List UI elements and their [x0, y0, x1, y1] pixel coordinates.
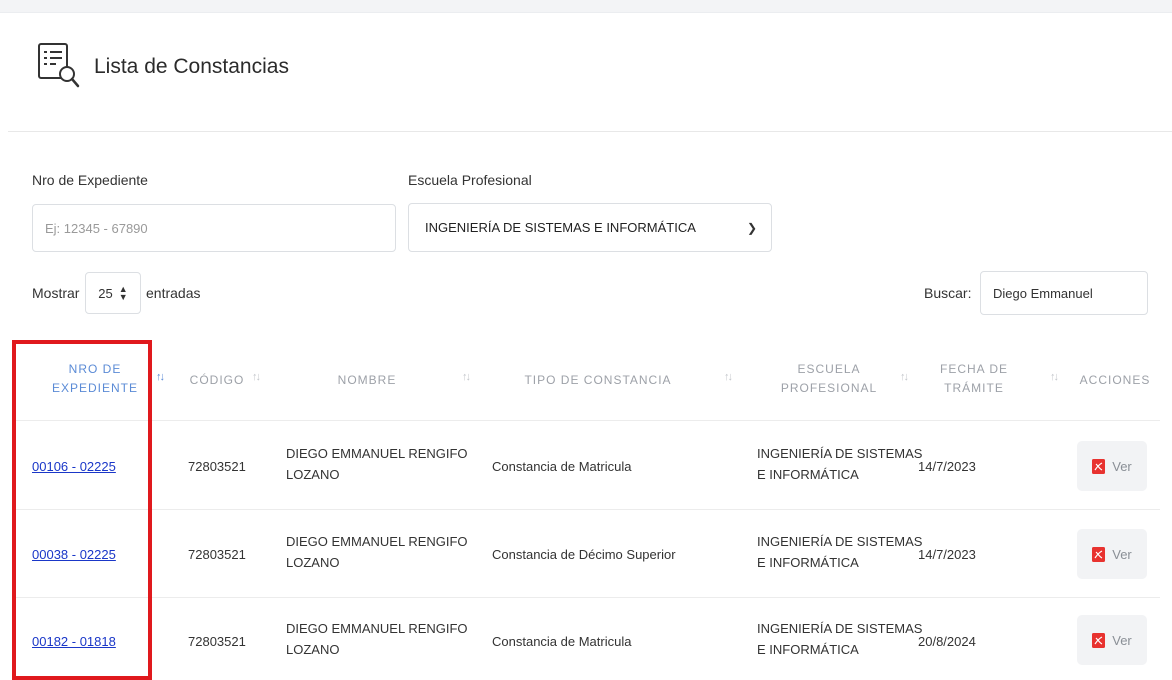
ver-button[interactable]: Ver: [1077, 441, 1147, 491]
row-divider: [12, 597, 1160, 598]
sort-active-icon[interactable]: ↑↓: [156, 371, 165, 383]
escuela-selected-value: INGENIERÍA DE SISTEMAS E INFORMÁTICA: [425, 220, 696, 235]
sort-icon[interactable]: ↑↓: [724, 371, 733, 383]
escuela-cell: INGENIERÍA DE SISTEMAS E INFORMÁTICA: [757, 534, 923, 570]
nombre-cell: DIEGO EMMANUEL RENGIFO LOZANO: [286, 621, 468, 657]
sort-icon[interactable]: ↑↓: [252, 371, 261, 383]
expediente-link[interactable]: 00038 - 02225: [32, 544, 116, 565]
tipo-cell: Constancia de Matricula: [492, 634, 632, 649]
entries-value: 25: [98, 285, 113, 301]
header-tipo[interactable]: TIPO DE CONSTANCIA: [516, 371, 680, 390]
row-divider: [12, 509, 1160, 510]
escuela-cell: INGENIERÍA DE SISTEMAS E INFORMÁTICA: [757, 446, 923, 482]
ver-label: Ver: [1112, 546, 1132, 562]
expediente-input[interactable]: [32, 204, 396, 252]
search-label: Buscar:: [924, 285, 972, 301]
top-bar: [0, 0, 1172, 13]
pdf-icon: [1092, 546, 1106, 562]
sort-icon[interactable]: ↑↓: [462, 371, 471, 383]
fecha-cell: 14/7/2023: [918, 459, 976, 474]
ver-label: Ver: [1112, 632, 1132, 648]
page-title: Lista de Constancias: [94, 55, 289, 78]
nombre-cell: DIEGO EMMANUEL RENGIFO LOZANO: [286, 446, 468, 482]
sort-icon[interactable]: ↑↓: [900, 371, 909, 383]
ver-button[interactable]: Ver: [1077, 529, 1147, 579]
page-header: Lista de Constancias: [8, 13, 1172, 132]
header-acciones: ACCIONES: [1079, 373, 1151, 387]
header-fecha[interactable]: FECHA DE TRÁMITE: [940, 360, 1008, 398]
sort-updown-icon: ▲ ▼: [118, 284, 128, 302]
codigo-cell: 72803521: [188, 547, 246, 562]
search-input[interactable]: [980, 271, 1148, 315]
header-expediente[interactable]: NRO DE EXPEDIENTE: [40, 360, 150, 398]
fecha-cell: 14/7/2023: [918, 547, 976, 562]
row-divider: [12, 420, 1160, 421]
expediente-label: Nro de Expediente: [32, 172, 148, 188]
sort-icon[interactable]: ↑↓: [1050, 371, 1059, 383]
ver-button[interactable]: Ver: [1077, 615, 1147, 665]
entries-select[interactable]: 25 ▲ ▼: [85, 272, 141, 314]
header-nombre[interactable]: NOMBRE: [330, 371, 404, 390]
list-search-icon: [38, 43, 80, 88]
escuela-label: Escuela Profesional: [408, 172, 532, 188]
chevron-down-icon: ❯: [746, 220, 757, 235]
expediente-link[interactable]: 00106 - 02225: [32, 456, 116, 477]
codigo-cell: 72803521: [188, 459, 246, 474]
escuela-cell: INGENIERÍA DE SISTEMAS E INFORMÁTICA: [757, 621, 923, 657]
tipo-cell: Constancia de Décimo Superior: [492, 547, 676, 562]
pdf-icon: [1092, 458, 1106, 474]
ver-label: Ver: [1112, 458, 1132, 474]
escuela-select[interactable]: INGENIERÍA DE SISTEMAS E INFORMÁTICA ❯: [408, 203, 772, 252]
show-label: Mostrar: [32, 285, 80, 301]
header-codigo[interactable]: CÓDIGO: [186, 371, 248, 390]
entries-label: entradas: [146, 285, 201, 301]
codigo-cell: 72803521: [188, 634, 246, 649]
tipo-cell: Constancia de Matricula: [492, 459, 632, 474]
pdf-icon: [1092, 632, 1106, 648]
expediente-link[interactable]: 00182 - 01818: [32, 631, 116, 652]
nombre-cell: DIEGO EMMANUEL RENGIFO LOZANO: [286, 534, 468, 570]
header-escuela[interactable]: ESCUELA PROFESIONAL: [776, 360, 882, 398]
fecha-cell: 20/8/2024: [918, 634, 976, 649]
